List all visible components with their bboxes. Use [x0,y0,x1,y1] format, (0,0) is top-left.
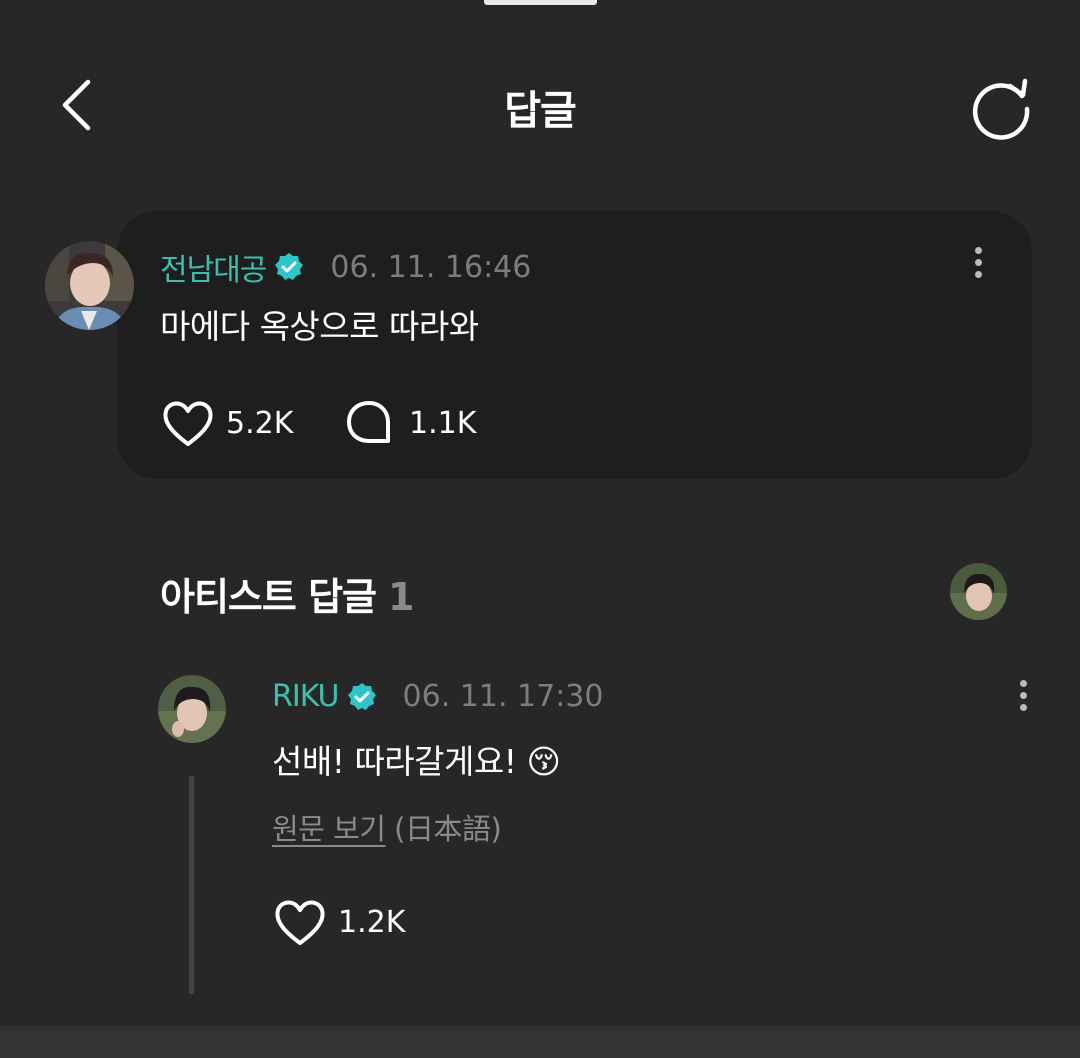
heart-icon [163,401,213,446]
artist-replies-title: 아티스트 답글 [160,575,377,619]
artist-replies-count: 1 [388,575,414,619]
refresh-button[interactable] [966,74,1036,140]
comment-like-button[interactable]: 5.2K [162,398,293,448]
original-language: (日本語) [394,812,502,846]
translation-row: 원문 보기 (日本語) [272,806,502,848]
comment-more-button[interactable] [968,247,988,287]
more-dot-icon [1019,692,1027,699]
comment-meta: 전남대공 06. 11. 16:46 [160,245,531,289]
heart-icon [275,900,325,945]
status-pill [484,0,597,5]
thread-line [189,776,194,994]
reply-page: 답글 전남대공 06. 11. 16:46 마에다 옥상으로 따라와 5.2K … [0,0,1080,1058]
page-title: 답글 [504,88,577,134]
reply-meta: RIKU 06. 11. 17:30 [272,679,603,714]
verified-badge-icon [347,682,376,710]
speech-bubble-icon [347,401,390,443]
reply-author-name[interactable]: RIKU [272,679,340,714]
more-dot-icon [1019,680,1027,687]
reply-timestamp: 06. 11. 17:30 [402,679,604,714]
author-avatar[interactable] [45,241,134,330]
reply-more-button[interactable] [1013,680,1033,720]
more-dot-icon [974,247,982,254]
reply-author-avatar[interactable] [158,675,226,743]
comment-reply-count: 1.1K [409,405,477,441]
comment-reply-button[interactable]: 1.1K [345,398,476,448]
reply-text: 선배! 따라갈게요! 😚 [272,742,561,781]
reply-like-count: 1.2K [338,904,406,940]
comment-like-count: 5.2K [226,405,294,441]
refresh-icon [972,78,1030,140]
comment-timestamp: 06. 11. 16:46 [330,249,532,285]
more-dot-icon [974,271,982,278]
bottom-divider [0,1026,1080,1058]
view-original-link[interactable]: 원문 보기 [272,812,386,846]
reply-like-button[interactable]: 1.2K [274,897,405,947]
comment-text: 마에다 옥상으로 따라와 [160,307,479,346]
artist-replies-heading: 아티스트 답글 1 [160,566,414,621]
more-dot-icon [974,259,982,266]
author-name[interactable]: 전남대공 [160,245,267,289]
more-dot-icon [1019,704,1027,711]
artist-avatar-filter[interactable] [950,563,1007,620]
verified-badge-icon [275,253,304,280]
